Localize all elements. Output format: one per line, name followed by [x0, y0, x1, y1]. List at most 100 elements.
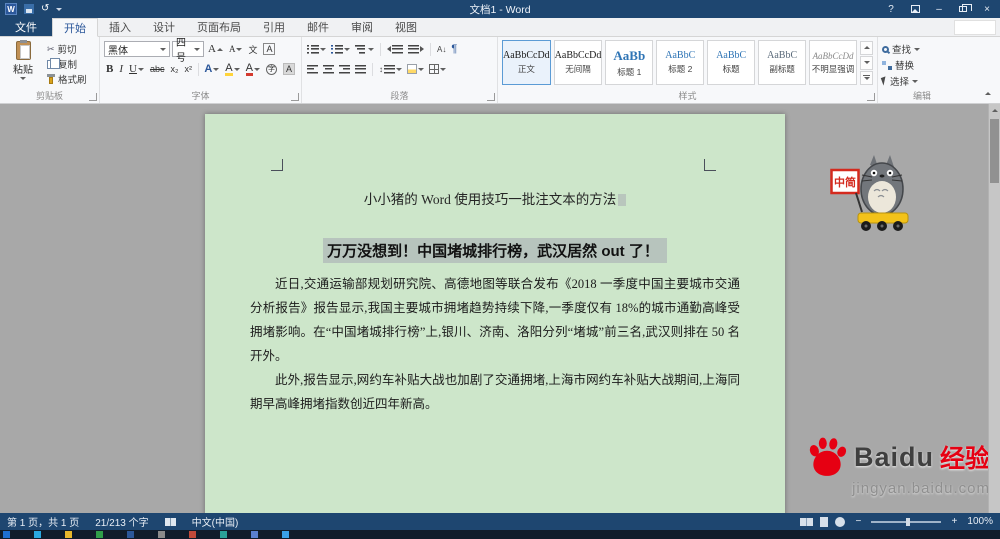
help-button[interactable]: ?: [880, 1, 902, 17]
justify-button[interactable]: [354, 61, 367, 77]
paste-button[interactable]: 粘贴: [4, 40, 42, 86]
collapse-ribbon-button[interactable]: [981, 87, 995, 99]
copy-button[interactable]: 复制: [47, 57, 87, 71]
zoom-in-button[interactable]: +: [948, 516, 960, 527]
font-dialog-launcher[interactable]: [291, 93, 299, 101]
tab-view[interactable]: 视图: [384, 18, 428, 36]
subscript-button[interactable]: x₂: [168, 61, 180, 77]
align-right-button[interactable]: [338, 61, 351, 77]
taskbar-item[interactable]: [127, 531, 134, 538]
scroll-up-icon[interactable]: [989, 104, 1000, 117]
tab-page-layout[interactable]: 页面布局: [186, 18, 252, 36]
zoom-level[interactable]: 100%: [967, 516, 993, 527]
styles-dialog-launcher[interactable]: [867, 93, 875, 101]
font-name-select[interactable]: 黑体: [104, 41, 170, 57]
align-left-button[interactable]: [306, 61, 319, 77]
language-indicator[interactable]: 中文(中国): [192, 514, 239, 529]
document-title-line[interactable]: 小小猪的 Word 使用技巧一批注文本的方法: [250, 188, 740, 208]
tab-references[interactable]: 引用: [252, 18, 296, 36]
minimize-button[interactable]: –: [928, 1, 950, 17]
grow-font-button[interactable]: A: [206, 41, 225, 57]
close-button[interactable]: ×: [976, 1, 998, 17]
document-page[interactable]: 小小猪的 Word 使用技巧一批注文本的方法 万万没想到！中国堵城排行榜，武汉居…: [205, 114, 785, 513]
word-count[interactable]: 21/213 个字: [95, 514, 148, 529]
strikethrough-button[interactable]: abc: [148, 61, 167, 77]
borders-button[interactable]: [428, 61, 447, 77]
account-area[interactable]: [954, 20, 996, 35]
style-heading2[interactable]: AaBbC 标题 2: [656, 40, 705, 85]
styles-scroll-up[interactable]: [860, 40, 874, 55]
font-size-select[interactable]: 四号: [172, 38, 204, 64]
font-color-button[interactable]: A: [244, 61, 262, 77]
tab-mailings[interactable]: 邮件: [296, 18, 340, 36]
text-highlight-button[interactable]: A: [223, 61, 241, 77]
italic-button[interactable]: I: [117, 61, 125, 77]
clipboard-dialog-launcher[interactable]: [89, 93, 97, 101]
qat-customize-icon[interactable]: [56, 7, 63, 11]
tab-review[interactable]: 审阅: [340, 18, 384, 36]
show-marks-button[interactable]: ¶: [450, 41, 458, 57]
zoom-slider[interactable]: [871, 517, 942, 526]
find-button[interactable]: 查找: [882, 42, 962, 56]
taskbar-item[interactable]: [3, 531, 10, 538]
page-indicator[interactable]: 第 1 页，共 1 页: [7, 514, 79, 529]
zoom-slider-thumb[interactable]: [906, 517, 911, 526]
taskbar-item[interactable]: [251, 531, 258, 538]
text-effects-button[interactable]: A: [202, 61, 221, 77]
document-paragraph[interactable]: 近日,交通运输部规划研究院、高德地图等联合发布《2018 一季度中国主要城市交通…: [250, 272, 740, 368]
undo-icon[interactable]: ↺: [41, 4, 49, 14]
style-title[interactable]: AaBbC 标题: [707, 40, 756, 85]
underline-button[interactable]: U: [127, 61, 146, 77]
style-heading1[interactable]: AaBb 标题 1: [605, 40, 654, 85]
style-subtle-emphasis[interactable]: AaBbCcDd 不明显强调: [809, 40, 858, 85]
cut-button[interactable]: ✂ 剪切: [47, 42, 87, 57]
zoom-out-button[interactable]: −: [852, 516, 864, 527]
align-center-button[interactable]: [322, 61, 335, 77]
tab-insert[interactable]: 插入: [98, 18, 142, 36]
superscript-button[interactable]: x²: [182, 61, 194, 77]
read-mode-button[interactable]: [800, 517, 814, 526]
proofing-icon[interactable]: [164, 517, 176, 526]
numbering-button[interactable]: [330, 41, 351, 57]
tab-file[interactable]: 文件: [0, 18, 52, 36]
taskbar-item[interactable]: [189, 531, 196, 538]
taskbar-item[interactable]: [65, 531, 72, 538]
taskbar-item[interactable]: [220, 531, 227, 538]
taskbar-item[interactable]: [158, 531, 165, 538]
character-border-button[interactable]: A: [261, 41, 277, 57]
style-normal[interactable]: AaBbCcDd 正文: [502, 40, 551, 85]
styles-more-button[interactable]: [860, 70, 874, 85]
taskbar-item[interactable]: [34, 531, 41, 538]
style-no-spacing[interactable]: AaBbCcDd 无间隔: [553, 40, 603, 85]
taskbar-item[interactable]: [96, 531, 103, 538]
web-layout-button[interactable]: [835, 516, 846, 527]
tab-home[interactable]: 开始: [52, 18, 98, 37]
multilevel-list-button[interactable]: [354, 41, 375, 57]
sort-button[interactable]: A↓: [436, 41, 447, 57]
shading-button[interactable]: [406, 61, 425, 77]
paragraph-dialog-launcher[interactable]: [487, 93, 495, 101]
shrink-font-button[interactable]: A: [227, 41, 245, 57]
scrollbar-thumb[interactable]: [990, 119, 999, 183]
format-painter-button[interactable]: 格式刷: [47, 72, 87, 86]
document-paragraph[interactable]: 此外,报告显示,网约车补贴大战也加剧了交通拥堵,上海市网约车补贴大战期间,上海同…: [250, 368, 740, 416]
vertical-scrollbar[interactable]: [988, 104, 1000, 513]
style-subtitle[interactable]: AaBbC 副标题: [758, 40, 807, 85]
ribbon-display-options-button[interactable]: [904, 1, 926, 17]
select-button[interactable]: 选择: [880, 74, 962, 88]
save-icon[interactable]: [24, 4, 34, 14]
word-logo-icon[interactable]: W: [5, 3, 17, 15]
line-spacing-button[interactable]: ↕: [378, 61, 403, 77]
increase-indent-button[interactable]: [407, 41, 425, 57]
phonetic-guide-button[interactable]: 文: [246, 41, 259, 57]
character-shading-button[interactable]: A: [281, 61, 297, 77]
taskbar-item[interactable]: [282, 531, 289, 538]
decrease-indent-button[interactable]: [386, 41, 404, 57]
restore-button[interactable]: [952, 1, 974, 17]
document-heading-line[interactable]: 万万没想到！中国堵城排行榜，武汉居然 out 了！: [250, 238, 740, 263]
styles-scroll-down[interactable]: [860, 55, 874, 70]
bullets-button[interactable]: [306, 41, 327, 57]
bold-button[interactable]: B: [104, 61, 115, 77]
print-layout-button[interactable]: [820, 516, 829, 527]
enclose-characters-button[interactable]: 字: [264, 61, 279, 77]
